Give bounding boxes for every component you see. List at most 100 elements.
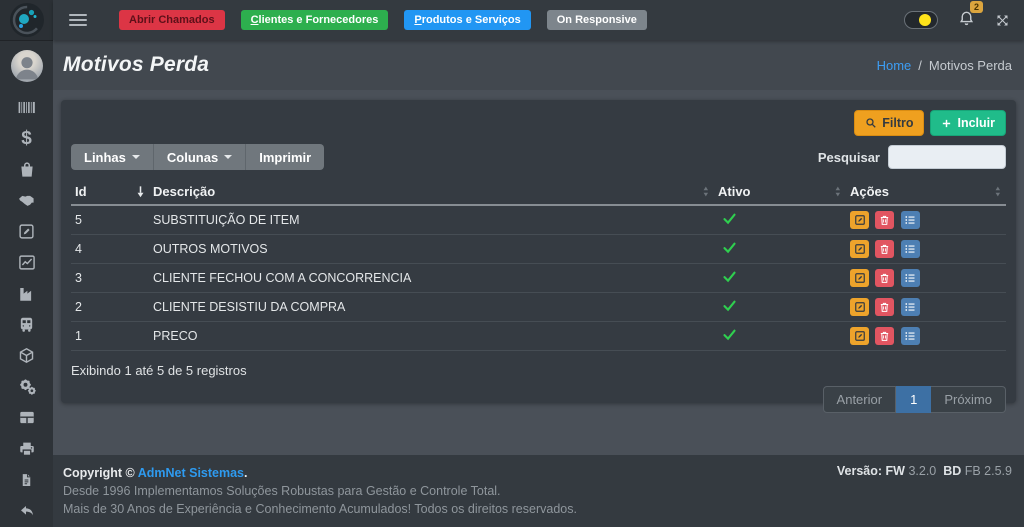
chart-line-icon[interactable] (16, 253, 38, 272)
file-icon[interactable] (16, 470, 38, 489)
on-responsive-button[interactable]: On Responsive (547, 10, 647, 30)
chevron-down-icon (224, 155, 232, 159)
sidebar: $ (0, 0, 53, 527)
delete-button[interactable] (875, 269, 894, 287)
table-controls-group: Linhas Colunas Imprimir (71, 144, 324, 170)
cell-descricao: PRECO (149, 322, 714, 351)
brand-logo[interactable] (0, 0, 53, 40)
bus-icon[interactable] (16, 315, 38, 334)
pagination-page-1-button[interactable]: 1 (896, 386, 931, 413)
cell-id: 2 (71, 293, 149, 322)
add-button[interactable]: Incluir (930, 110, 1006, 136)
pagination-previous-button[interactable]: Anterior (823, 386, 897, 413)
breadcrumb-current: Motivos Perda (929, 58, 1012, 73)
table-row: 5 SUBSTITUIÇÃO DE ITEM (71, 205, 1006, 235)
industry-icon[interactable] (16, 284, 38, 303)
cell-ativo (714, 322, 846, 351)
navbar-right: 2 (904, 9, 1010, 32)
edit-button[interactable] (850, 240, 869, 258)
print-button[interactable]: Imprimir (246, 144, 324, 170)
search-input[interactable] (888, 145, 1006, 169)
delete-button[interactable] (875, 298, 894, 316)
produtos-servicos-button[interactable]: Produtos e Serviços (404, 10, 530, 30)
column-header-descricao[interactable]: Descrição (149, 180, 714, 205)
table-row: 2 CLIENTE DESISTIU DA COMPRA (71, 293, 1006, 322)
rows-dropdown-button[interactable]: Linhas (71, 144, 154, 170)
table-row: 3 CLIENTE FECHOU COM A CONCORRENCIA (71, 264, 1006, 293)
delete-button[interactable] (875, 240, 894, 258)
data-card: Filtro Incluir Linhas Colunas (61, 100, 1016, 403)
search-label: Pesquisar (818, 150, 880, 165)
printer-icon[interactable] (16, 439, 38, 458)
filter-button[interactable]: Filtro (854, 110, 924, 136)
footer-line-2: Desde 1996 Implementamos Soluções Robust… (63, 482, 577, 500)
edit-button[interactable] (850, 211, 869, 229)
cell-ativo (714, 205, 846, 235)
edit-button[interactable] (850, 298, 869, 316)
box-icon[interactable] (16, 346, 38, 365)
check-icon (722, 328, 737, 341)
sort-desc-icon (136, 185, 145, 198)
check-icon (722, 241, 737, 254)
cogs-icon[interactable] (16, 377, 38, 396)
cell-id: 4 (71, 235, 149, 264)
details-button[interactable] (901, 327, 920, 345)
column-header-ativo[interactable]: Ativo (714, 180, 846, 205)
search-zone: Pesquisar (818, 145, 1006, 169)
sort-icon (993, 185, 1002, 198)
table-icon[interactable] (16, 408, 38, 427)
search-icon (865, 117, 877, 129)
edit-button[interactable] (850, 269, 869, 287)
cell-acoes (846, 293, 1006, 322)
delete-button[interactable] (875, 327, 894, 345)
reply-icon[interactable] (16, 501, 38, 520)
add-button-label: Incluir (957, 116, 995, 130)
cell-acoes (846, 264, 1006, 293)
cell-ativo (714, 235, 846, 264)
column-header-id[interactable]: Id (71, 180, 149, 205)
theme-toggle[interactable] (904, 11, 938, 29)
details-button[interactable] (901, 211, 920, 229)
abrir-chamados-button[interactable]: Abrir Chamados (119, 10, 225, 30)
pagination: Anterior 1 Próximo (823, 386, 1006, 413)
card-action-row: Filtro Incluir (71, 110, 1006, 136)
footer-version: Versão: FW 3.2.0 BD FB 2.5.9 (837, 464, 1012, 527)
handshake-icon[interactable] (16, 191, 38, 210)
breadcrumb-home-link[interactable]: Home (877, 58, 912, 73)
app-window: $ (0, 0, 1024, 527)
hamburger-menu-icon[interactable] (69, 14, 87, 26)
shopping-bag-icon[interactable] (16, 160, 38, 179)
cell-descricao: CLIENTE FECHOU COM A CONCORRENCIA (149, 264, 714, 293)
main-area: Abrir Chamados Clientes e Fornecedores P… (53, 0, 1024, 527)
table-header-row: Id Descrição (71, 180, 1006, 205)
breadcrumb: Home / Motivos Perda (877, 58, 1012, 73)
clientes-fornecedores-button[interactable]: Clientes e Fornecedores (241, 10, 389, 30)
user-avatar[interactable] (11, 50, 43, 82)
details-button[interactable] (901, 298, 920, 316)
fw-label: FW (886, 464, 905, 478)
cell-id: 5 (71, 205, 149, 235)
notifications-bell-icon[interactable]: 2 (958, 9, 975, 32)
dollar-sign-icon[interactable]: $ (16, 129, 38, 148)
edit-button[interactable] (850, 327, 869, 345)
plus-icon (941, 118, 952, 129)
bd-label: BD (943, 464, 961, 478)
columns-dropdown-label: Colunas (167, 150, 218, 165)
rows-dropdown-label: Linhas (84, 150, 126, 165)
cell-ativo (714, 264, 846, 293)
table-row: 4 OUTROS MOTIVOS (71, 235, 1006, 264)
details-button[interactable] (901, 269, 920, 287)
columns-dropdown-button[interactable]: Colunas (154, 144, 246, 170)
fullscreen-icon[interactable] (995, 13, 1010, 28)
breadcrumb-separator: / (918, 58, 922, 73)
barcode-icon[interactable] (16, 98, 38, 117)
page-title: Motivos Perda (63, 53, 209, 77)
admnet-link[interactable]: AdmNet Sistemas (138, 466, 244, 480)
column-header-acoes[interactable]: Ações (846, 180, 1006, 205)
details-button[interactable] (901, 240, 920, 258)
pagination-next-button[interactable]: Próximo (931, 386, 1006, 413)
toggle-knob-icon (919, 14, 931, 26)
edit-icon[interactable] (16, 222, 38, 241)
delete-button[interactable] (875, 211, 894, 229)
sidebar-menu: $ (16, 98, 38, 520)
